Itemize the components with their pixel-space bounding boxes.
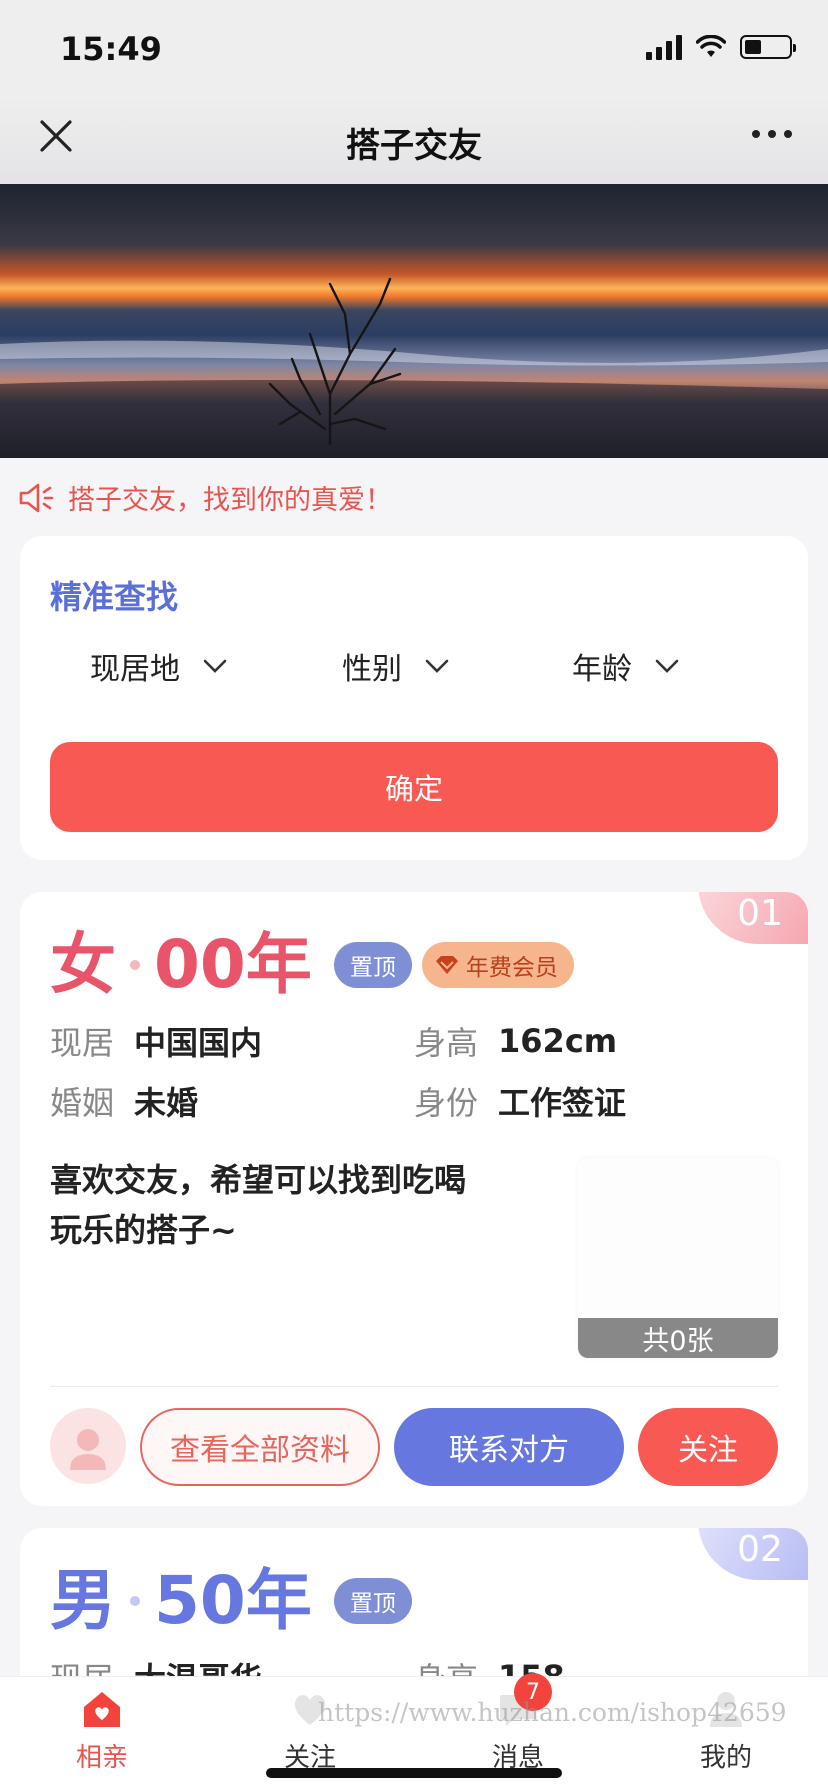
rank-badge: 02	[698, 1528, 808, 1580]
filter-gender[interactable]: 性别	[342, 644, 450, 688]
profile-gender: 男	[50, 1562, 116, 1639]
filter-residence[interactable]: 现居地	[90, 644, 228, 688]
profile-card[interactable]: 01 女 00年 置顶 年费会员 现居 中国国内 身高 162cm 婚姻 未婚 …	[20, 892, 808, 1506]
page-title: 搭子交友	[346, 126, 482, 166]
pinned-badge: 置顶	[333, 942, 412, 988]
filter-row: 现居地 性别 年龄	[20, 644, 808, 694]
profile-year: 00年	[154, 926, 312, 1003]
profile-header: 女 00年 置顶 年费会员	[50, 928, 574, 1002]
avatar[interactable]	[50, 1408, 126, 1484]
rank-badge: 01	[698, 892, 808, 944]
pinned-badge: 置顶	[333, 1578, 412, 1624]
home-indicator	[266, 1768, 562, 1778]
follow-button[interactable]: 关注	[638, 1408, 778, 1486]
profile-year: 50年	[154, 1562, 312, 1639]
speaker-icon	[19, 483, 54, 512]
profile-intro: 喜欢交友，希望可以找到吃喝玩乐的搭子~	[50, 1161, 467, 1249]
photo-gallery[interactable]: 共0张	[578, 1158, 778, 1358]
divider	[50, 1386, 778, 1387]
search-title: 精准查找	[50, 578, 179, 616]
chevron-down-icon	[655, 659, 679, 673]
chevron-down-icon	[425, 659, 449, 673]
status-icons	[646, 34, 796, 60]
tab-home[interactable]: 相亲	[32, 1687, 172, 1774]
contact-button[interactable]: 联系对方	[394, 1408, 624, 1486]
separator-dot	[130, 1596, 140, 1606]
chevron-down-icon	[203, 659, 227, 673]
profile-gender: 女	[50, 926, 116, 1003]
nav-bar: 搭子交友	[0, 96, 828, 184]
photo-count: 共0张	[578, 1318, 778, 1358]
cellular-signal-icon	[646, 34, 682, 60]
confirm-button[interactable]: 确定	[50, 742, 778, 832]
battery-icon	[740, 35, 796, 59]
view-profile-button[interactable]: 查看全部资料	[140, 1408, 380, 1486]
info-height: 身高 162cm	[414, 1022, 618, 1062]
more-icon[interactable]	[752, 130, 792, 138]
notice-text: 搭子交友，找到你的真爱！	[68, 485, 392, 516]
info-marriage: 婚姻 未婚	[50, 1084, 199, 1122]
watermark: https://www.huzhan.com/ishop42659	[318, 1698, 787, 1727]
profile-header: 男 50年 置顶	[50, 1564, 412, 1638]
status-time: 15:49	[60, 30, 162, 68]
separator-dot	[130, 960, 140, 970]
info-residence: 现居 中国国内	[50, 1024, 263, 1062]
wifi-icon	[696, 35, 726, 57]
search-card: 精准查找 现居地 性别 年龄 确定	[20, 536, 808, 860]
status-bar: 15:49	[0, 0, 828, 96]
diamond-icon	[435, 956, 458, 974]
home-heart-icon	[80, 1687, 124, 1731]
info-identity: 身份 工作签证	[414, 1084, 627, 1122]
banner-image[interactable]	[0, 184, 828, 458]
vip-badge: 年费会员	[421, 942, 574, 988]
notice-bar: 搭子交友，找到你的真爱！	[18, 478, 392, 517]
filter-age[interactable]: 年龄	[572, 644, 680, 688]
user-icon	[70, 1429, 106, 1470]
